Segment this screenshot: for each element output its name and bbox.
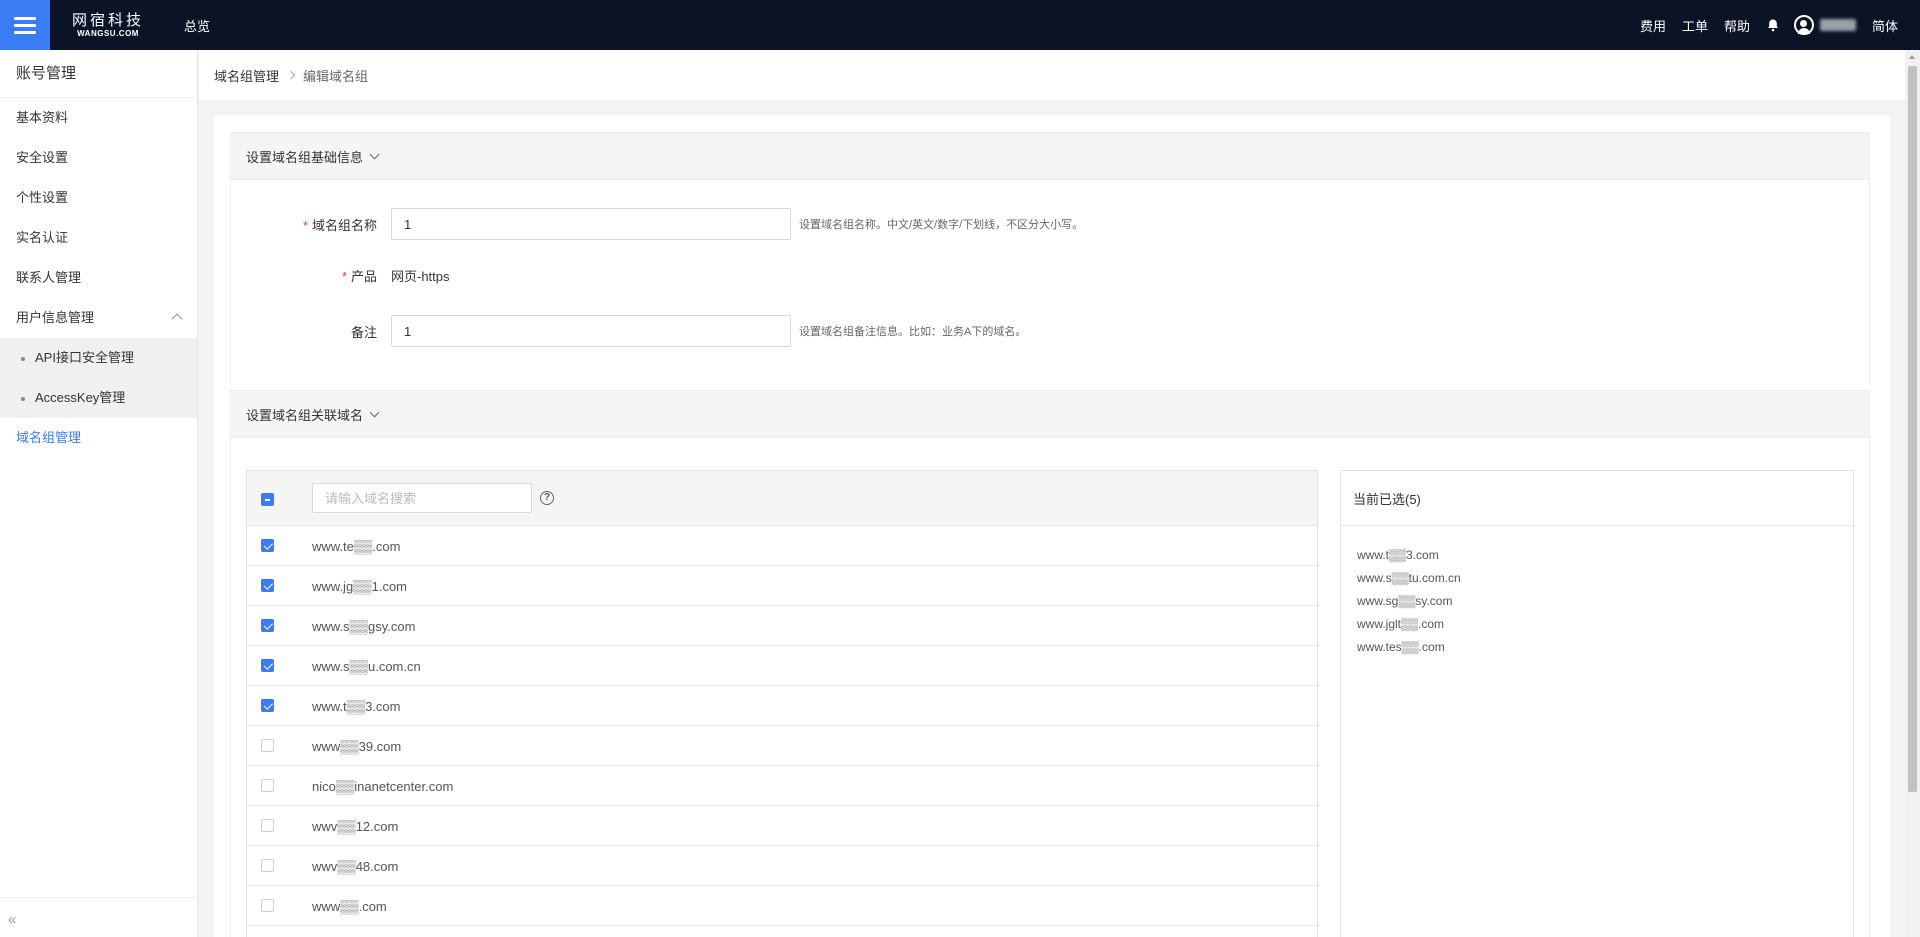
- name-label: * 域名组名称: [302, 217, 377, 233]
- remark-input[interactable]: [391, 315, 791, 347]
- list-item[interactable]: www.jglt▒▒.com: [1357, 613, 1853, 636]
- product-value: 网页-https: [391, 269, 450, 284]
- vertical-scrollbar[interactable]: [1905, 50, 1920, 937]
- list-item[interactable]: www.sg▒▒sy.com: [1357, 590, 1853, 613]
- main-card: 设置域名组基础信息 *域名组名称 设置域名组名称。中文/英文/数字/下划线，不区…: [214, 115, 1890, 937]
- domain-checkbox[interactable]: [261, 579, 274, 592]
- sidebar-item-real-name[interactable]: 实名认证: [0, 218, 197, 258]
- table-row[interactable]: wwv▒▒12.com: [247, 806, 1317, 846]
- domain-checkbox[interactable]: [261, 859, 274, 872]
- help-icon[interactable]: ?: [540, 491, 554, 505]
- breadcrumb-current: 编辑域名组: [303, 68, 369, 84]
- language-switch[interactable]: 简体: [1872, 16, 1898, 35]
- domain-checkbox[interactable]: [261, 659, 274, 672]
- domain-checkbox[interactable]: [261, 539, 274, 552]
- sidebar: 账号管理 基本资料 安全设置 个性设置 实名认证 联系人管理 用户信息管理 AP…: [0, 50, 198, 937]
- domain-name: www.s▒▒u.com.cn: [312, 659, 421, 674]
- domain-name: www.t▒▒3.com: [312, 699, 401, 714]
- table-row[interactable]: nico▒▒inanetcenter.com: [247, 766, 1317, 806]
- nav-help[interactable]: 帮助: [1724, 16, 1750, 35]
- domain-search-input[interactable]: [312, 483, 532, 513]
- sidebar-item-basic-info[interactable]: 基本资料: [0, 98, 197, 138]
- username[interactable]: [1819, 19, 1856, 31]
- list-item[interactable]: www.s▒▒tu.com.cn: [1357, 567, 1853, 590]
- sidebar-item-personalization[interactable]: 个性设置: [0, 178, 197, 218]
- breadcrumb: 域名组管理 编辑域名组: [199, 50, 1905, 100]
- sidebar-collapse-button[interactable]: «: [0, 897, 198, 937]
- domain-name: www.s▒▒gsy.com: [312, 619, 416, 634]
- menu-button[interactable]: [0, 0, 50, 50]
- table-row[interactable]: www.s▒▒gsy.com: [247, 606, 1317, 646]
- scrollbar-thumb[interactable]: [1908, 66, 1917, 792]
- sidebar-item-domain-group[interactable]: 域名组管理: [0, 418, 197, 458]
- sidebar-title: 账号管理: [0, 50, 197, 98]
- nav-fees[interactable]: 费用: [1640, 16, 1666, 35]
- selected-panel: 当前已选(5) www.t▒▒3.com www.s▒▒tu.com.cn www.…: [1340, 470, 1854, 937]
- section-basic-info-body: *域名组名称 设置域名组名称。中文/英文/数字/下划线，不区分大小写。 *产品 …: [230, 180, 1870, 386]
- select-all-checkbox[interactable]: [261, 493, 274, 506]
- section-domains-header[interactable]: 设置域名组关联域名: [230, 390, 1870, 438]
- table-row[interactable]: www.jg▒▒1.com: [247, 566, 1317, 606]
- chevron-right-icon: [286, 70, 296, 80]
- domain-name: wwv▒▒48.com: [312, 859, 399, 874]
- table-row[interactable]: www.s▒▒u.com.cn: [247, 646, 1317, 686]
- selected-title: 当前已选(5): [1341, 471, 1853, 526]
- hamburger-icon: [14, 17, 36, 34]
- domain-name: wwv▒▒12.com: [312, 819, 399, 834]
- sidebar-item-contacts[interactable]: 联系人管理: [0, 258, 197, 298]
- bell-icon[interactable]: [1766, 18, 1780, 32]
- section-basic-info-header[interactable]: 设置域名组基础信息: [230, 132, 1870, 180]
- sidebar-item-security[interactable]: 安全设置: [0, 138, 197, 178]
- group-name-hint: 设置域名组名称。中文/英文/数字/下划线，不区分大小写。: [799, 219, 1084, 231]
- sidebar-item-accesskey[interactable]: AccessKey管理: [0, 378, 197, 418]
- scroll-up-icon[interactable]: [1909, 55, 1915, 59]
- domain-checkbox[interactable]: [261, 899, 274, 912]
- table-row[interactable]: www.t▒▒3.com: [247, 686, 1317, 726]
- nav-overview[interactable]: 总览: [184, 16, 210, 35]
- table-row[interactable]: wwv▒▒48.com: [247, 846, 1317, 886]
- domain-checkbox[interactable]: [261, 619, 274, 632]
- sidebar-item-user-info[interactable]: 用户信息管理: [0, 298, 197, 338]
- domain-name: www▒▒.com: [312, 899, 387, 914]
- table-row[interactable]: www▒▒39.com: [247, 726, 1317, 766]
- domain-name: www.te▒▒.com: [312, 539, 401, 554]
- domain-list-panel: ? www.te▒▒.com www.jg▒▒1.com www.s▒▒gsy.co…: [246, 470, 1318, 937]
- remark-hint: 设置域名组备注信息。比如：业务A下的域名。: [799, 326, 1027, 338]
- list-item[interactable]: www.t▒▒3.com: [1357, 544, 1853, 567]
- chevron-down-icon: [369, 407, 380, 417]
- remark-label: 备注: [350, 324, 377, 340]
- logo[interactable]: 网宿科技 WANGSU.COM: [72, 12, 144, 38]
- sidebar-item-api-security[interactable]: API接口安全管理: [0, 338, 197, 378]
- double-chevron-left-icon: «: [8, 911, 17, 928]
- domain-name: nico▒▒inanetcenter.com: [312, 779, 454, 794]
- top-bar: 网宿科技 WANGSU.COM 总览 费用 工单 帮助 简体: [0, 0, 1920, 50]
- nav-tickets[interactable]: 工单: [1682, 16, 1708, 35]
- domain-checkbox[interactable]: [261, 739, 274, 752]
- list-item[interactable]: www.tes▒▒.com: [1357, 636, 1853, 659]
- group-name-input[interactable]: [391, 208, 791, 240]
- table-row[interactable]: www.te▒▒.com: [247, 526, 1317, 566]
- chevron-down-icon: [369, 149, 380, 159]
- breadcrumb-root[interactable]: 域名组管理: [214, 66, 279, 85]
- domain-name: www▒▒39.com: [312, 739, 402, 754]
- product-label: * 产品: [341, 269, 377, 284]
- user-avatar-icon[interactable]: [1793, 15, 1814, 35]
- chevron-up-icon: [171, 313, 183, 325]
- domain-checkbox[interactable]: [261, 779, 274, 792]
- domain-name: www.jg▒▒1.com: [312, 579, 407, 594]
- table-row[interactable]: www▒▒.com: [247, 886, 1317, 926]
- domain-checkbox[interactable]: [261, 819, 274, 832]
- domain-checkbox[interactable]: [261, 699, 274, 712]
